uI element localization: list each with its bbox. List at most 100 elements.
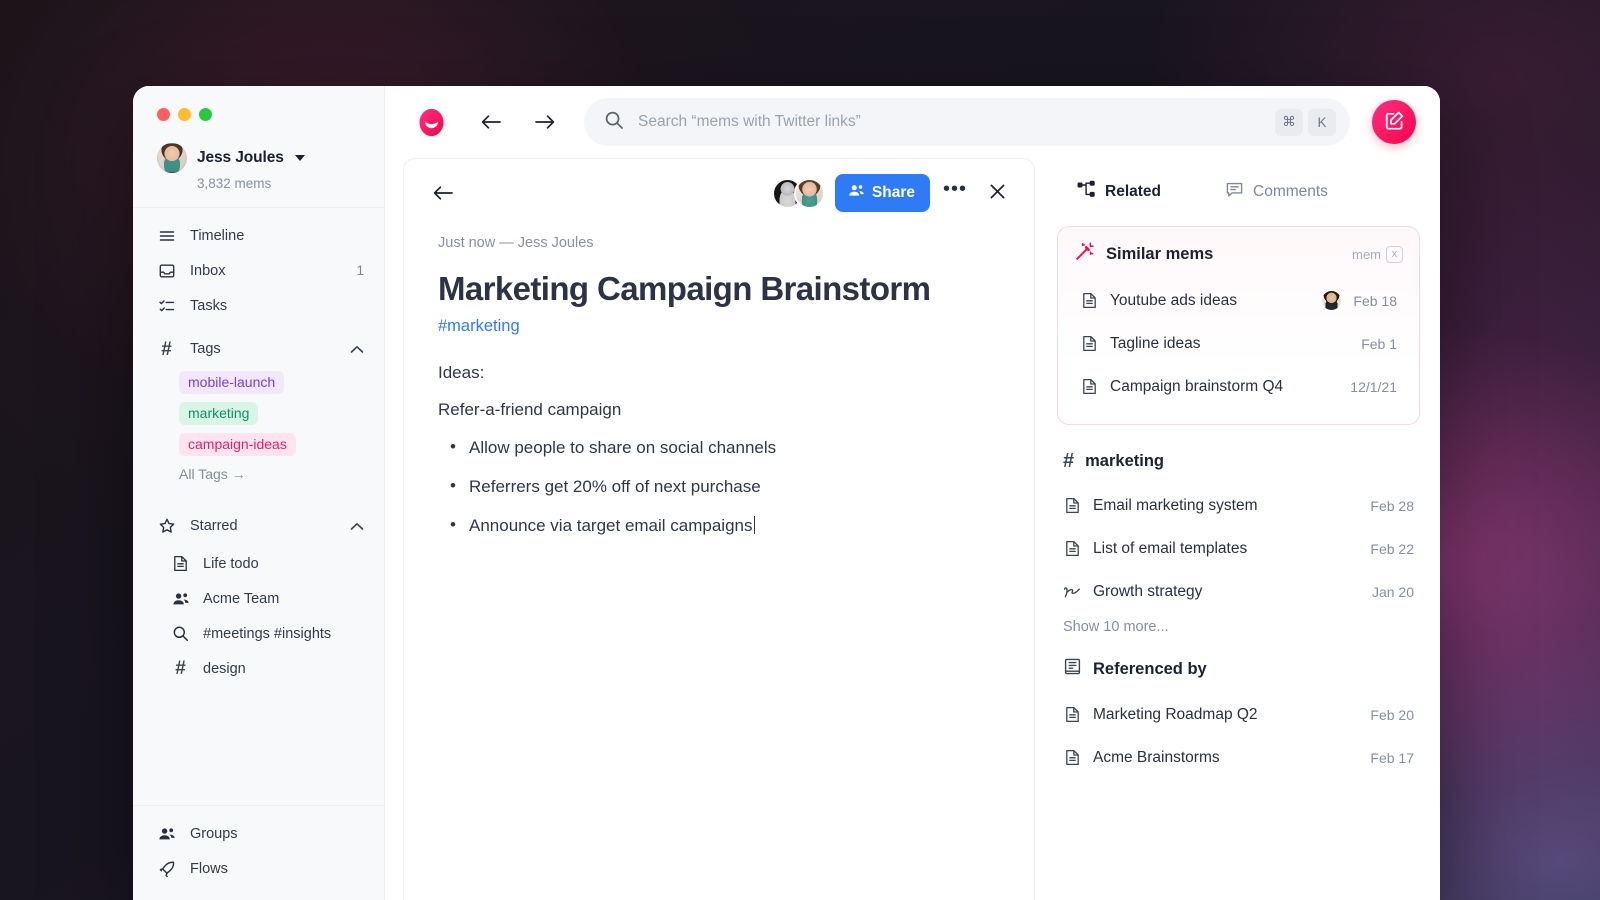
people-icon [848, 182, 865, 204]
tag-chip-marketing[interactable]: marketing [179, 402, 258, 425]
maximize-window-button[interactable] [199, 108, 212, 121]
starred-item-meetings-insights[interactable]: #meetings #insights [133, 616, 384, 651]
document-tag-link[interactable]: #marketing [438, 317, 520, 336]
starred-section-title: Starred [190, 518, 350, 534]
list-item-label: List of email templates [1093, 540, 1370, 558]
similar-mems-header: Similar mems mem x [1074, 241, 1403, 267]
avatar [1322, 291, 1341, 310]
close-icon [988, 182, 1007, 204]
top-bar: ⌘ K [385, 86, 1440, 158]
list-item[interactable]: Tagline ideas Feb 1 [1074, 322, 1403, 365]
close-document-button[interactable] [980, 176, 1014, 210]
starred-item-acme-team[interactable]: Acme Team [133, 581, 384, 616]
list-item-label: Tagline ideas [1110, 335, 1361, 353]
sidebar-item-label: Timeline [190, 228, 364, 244]
more-horizontal-icon: ••• [943, 178, 967, 201]
compose-icon [1384, 110, 1405, 134]
tags-section-title: Tags [190, 341, 350, 357]
search-input[interactable] [638, 113, 1270, 131]
list-item: Referrers get 20% off of next purchase [438, 477, 1000, 497]
close-window-button[interactable] [157, 108, 170, 121]
account-section[interactable]: Jess Joules 3,832 mems [133, 130, 384, 208]
list-item[interactable]: Email marketing system Feb 28 [1057, 484, 1420, 527]
all-tags-link[interactable]: All Tags → [133, 464, 384, 482]
similar-mems-card: Similar mems mem x Youtube ads ideas [1057, 226, 1420, 425]
document-paragraph: Ideas: [438, 364, 1000, 382]
document-meta: Just now — Jess Joules [438, 235, 1000, 251]
search-icon [171, 624, 190, 643]
list-item-label: Marketing Roadmap Q2 [1093, 706, 1370, 724]
sidebar-item-label: Flows [190, 861, 364, 877]
starred-list: Life todo Acme Team #meetings #insigh [133, 544, 384, 686]
starred-item-life-todo[interactable]: Life todo [133, 546, 384, 581]
sidebar: Jess Joules 3,832 mems Timeline [133, 86, 385, 900]
list-item[interactable]: Growth strategy Jan 20 [1057, 570, 1420, 613]
starred-item-label: Acme Team [203, 591, 279, 607]
list-item-text: Announce via target email campaigns [469, 516, 753, 535]
referenced-by-title: Referenced by [1093, 660, 1420, 679]
sidebar-item-timeline[interactable]: Timeline [133, 218, 384, 253]
sidebar-item-label: Inbox [190, 263, 356, 279]
squiggle-icon [1063, 585, 1081, 599]
more-options-button[interactable]: ••• [938, 176, 972, 210]
search-bar[interactable]: ⌘ K [584, 98, 1350, 146]
list-item-date: Jan 20 [1372, 584, 1414, 600]
list-item: Announce via target email campaigns [438, 516, 1000, 536]
show-more-link[interactable]: Show 10 more... [1057, 613, 1420, 635]
document-back-button[interactable] [426, 176, 460, 210]
document-card: Share ••• Just now — Jess Joule [403, 158, 1035, 900]
nav-forward-button[interactable] [528, 105, 562, 139]
chevron-up-icon[interactable] [350, 343, 364, 356]
minimize-window-button[interactable] [178, 108, 191, 121]
account-name: Jess Joules [197, 149, 284, 167]
sidebar-item-tasks[interactable]: Tasks [133, 288, 384, 323]
sidebar-item-flows[interactable]: Flows [133, 851, 384, 886]
document-icon [1080, 335, 1098, 352]
people-icon [171, 589, 190, 608]
list-item[interactable]: Youtube ads ideas Feb 18 [1074, 279, 1403, 322]
tab-comments-label: Comments [1253, 183, 1328, 201]
mems-count: 3,832 mems [197, 176, 366, 191]
tag-group-header: # marketing [1057, 451, 1420, 472]
starred-section-header[interactable]: Starred [133, 508, 384, 544]
collaborator-avatars[interactable] [772, 178, 825, 209]
list-item[interactable]: Campaign brainstorm Q4 12/1/21 [1074, 365, 1403, 408]
list-item-date: 12/1/21 [1350, 379, 1397, 395]
document-icon [1063, 497, 1081, 514]
starred-item-label: Life todo [203, 556, 259, 572]
document-paragraph: Refer-a-friend campaign [438, 401, 1000, 419]
mem-logo-icon[interactable] [415, 106, 448, 139]
starred-item-label: design [203, 661, 246, 677]
text-cursor [754, 516, 756, 534]
tab-comments[interactable]: Comments [1215, 174, 1338, 210]
list-item[interactable]: List of email templates Feb 22 [1057, 527, 1420, 570]
tag-chip-mobile-launch[interactable]: mobile-launch [179, 371, 284, 394]
shortcut-hint: mem x [1352, 246, 1403, 263]
list-item[interactable]: Marketing Roadmap Q2 Feb 20 [1057, 693, 1420, 736]
tag-chip-campaign-ideas[interactable]: campaign-ideas [179, 433, 296, 456]
nav-back-button[interactable] [474, 105, 508, 139]
starred-item-label: #meetings #insights [203, 626, 331, 642]
document-body[interactable]: Just now — Jess Joules Marketing Campaig… [404, 227, 1034, 555]
list-item[interactable]: Acme Brainstorms Feb 17 [1057, 736, 1420, 779]
chevron-down-icon[interactable] [295, 155, 305, 161]
tags-section-header[interactable]: # Tags [133, 331, 384, 367]
people-icon [157, 824, 176, 843]
chevron-up-icon[interactable] [350, 520, 364, 533]
sidebar-footer: Groups Flows [133, 805, 384, 900]
hash-icon: # [171, 659, 190, 678]
list-item-date: Feb 20 [1370, 707, 1414, 723]
tab-related[interactable]: Related [1067, 174, 1171, 210]
avatar [157, 143, 187, 173]
starred-item-design[interactable]: # design [133, 651, 384, 686]
shortcut-key-cmd: ⌘ [1275, 109, 1303, 136]
sidebar-item-inbox[interactable]: Inbox 1 [133, 253, 384, 288]
rocket-icon [157, 859, 176, 878]
inbox-icon [157, 261, 176, 280]
magic-wand-icon [1074, 241, 1095, 267]
compose-button[interactable] [1372, 100, 1416, 144]
window-traffic-lights [133, 86, 384, 130]
referenced-by-group: Referenced by Marketing Roadmap Q2 Feb 2… [1057, 657, 1420, 779]
sidebar-item-groups[interactable]: Groups [133, 816, 384, 851]
share-button[interactable]: Share [835, 174, 930, 212]
